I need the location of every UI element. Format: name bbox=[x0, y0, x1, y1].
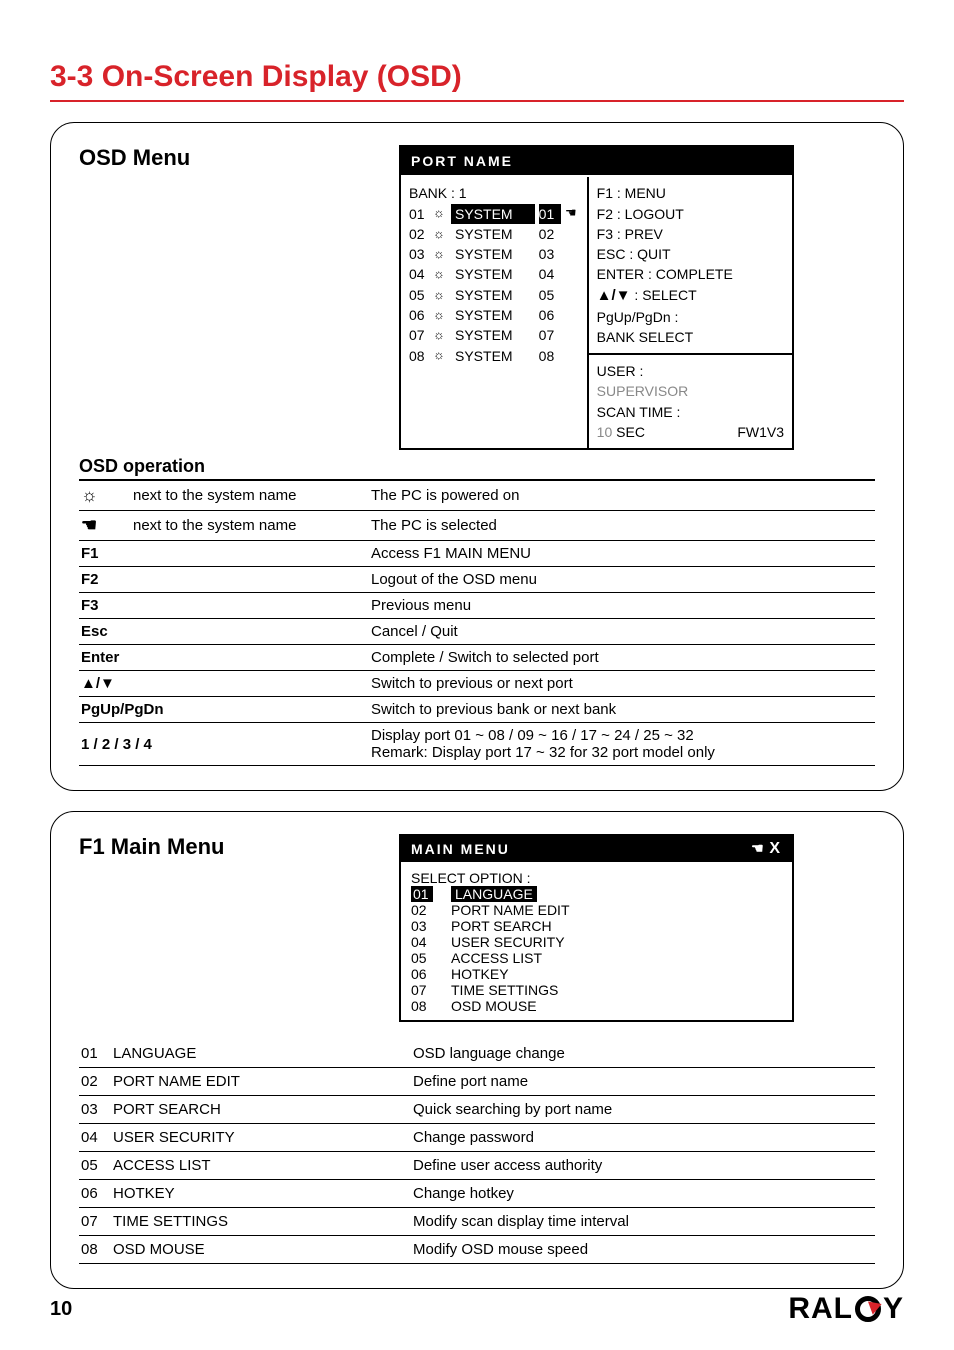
menu-row: 01LANGUAGE bbox=[411, 886, 782, 902]
menu-row: 07TIME SETTINGS bbox=[411, 982, 782, 998]
sun-icon: ☼ bbox=[433, 245, 447, 264]
table-row: EscCancel / Quit bbox=[79, 619, 875, 645]
sun-icon: ☼ bbox=[433, 204, 447, 223]
main-menu-description-table: 01LANGUAGEOSD language change02PORT NAME… bbox=[79, 1040, 875, 1264]
port-row: 02☼SYSTEM02 bbox=[409, 224, 579, 244]
select-option-label: SELECT OPTION : bbox=[411, 870, 782, 886]
menu-row: 04USER SECURITY bbox=[411, 934, 782, 950]
table-row: 02PORT NAME EDITDefine port name bbox=[79, 1068, 875, 1096]
table-row: F2Logout of the OSD menu bbox=[79, 567, 875, 593]
menu-row: 08OSD MOUSE bbox=[411, 998, 782, 1014]
table-row: 03PORT SEARCHQuick searching by port nam… bbox=[79, 1096, 875, 1124]
osd-help-keys: F1 : MENUF2 : LOGOUTF3 : PREVESC : QUITE… bbox=[589, 177, 792, 355]
port-row: 06☼SYSTEM06 bbox=[409, 305, 579, 325]
sun-icon: ☼ bbox=[433, 286, 447, 305]
port-row: 04☼SYSTEM04 bbox=[409, 264, 579, 284]
port-row: 05☼SYSTEM05 bbox=[409, 285, 579, 305]
sun-icon: ☼ bbox=[81, 485, 103, 506]
table-row: 04USER SECURITYChange password bbox=[79, 1124, 875, 1152]
hand-icon: ☛ bbox=[81, 515, 103, 536]
osd-screen-main-menu: MAIN MENU ☛ X SELECT OPTION : 01LANGUAGE… bbox=[399, 834, 794, 1022]
port-row: 01☼SYSTEM01☛ bbox=[409, 204, 579, 224]
table-row: ☼next to the system nameThe PC is powere… bbox=[79, 481, 875, 511]
table-row: PgUp/PgDnSwitch to previous bank or next… bbox=[79, 697, 875, 723]
menu-row: 03PORT SEARCH bbox=[411, 918, 782, 934]
table-row: 08OSD MOUSEModify OSD mouse speed bbox=[79, 1236, 875, 1264]
close-icon: ☛ X bbox=[749, 840, 782, 858]
table-row: ☛next to the system nameThe PC is select… bbox=[79, 511, 875, 541]
osd-menu-panel: OSD Menu PORT NAME BANK : 1 01☼SYSTEM01☛… bbox=[50, 122, 904, 791]
table-row: 01LANGUAGEOSD language change bbox=[79, 1040, 875, 1068]
osd-operation-table: ☼next to the system nameThe PC is powere… bbox=[79, 481, 875, 766]
bank-label: BANK : 1 bbox=[409, 183, 579, 203]
section-title: 3-3 On-Screen Display (OSD) bbox=[50, 60, 904, 102]
table-row: 07TIME SETTINGSModify scan display time … bbox=[79, 1208, 875, 1236]
up-down-arrow-icon: ▲/▼ bbox=[81, 675, 115, 692]
osd-operation-heading: OSD operation bbox=[79, 456, 875, 481]
table-row: EnterComplete / Switch to selected port bbox=[79, 645, 875, 671]
osd-screen-title: PORT NAME bbox=[401, 147, 792, 177]
port-row: 07☼SYSTEM07 bbox=[409, 325, 579, 345]
port-row: 08☼SYSTEM08 bbox=[409, 346, 579, 366]
hand-icon: ☛ bbox=[565, 204, 579, 223]
sun-icon: ☼ bbox=[433, 306, 447, 325]
main-menu-title: MAIN MENU bbox=[411, 841, 510, 857]
f1-main-menu-heading: F1 Main Menu bbox=[79, 834, 359, 860]
menu-row: 06HOTKEY bbox=[411, 966, 782, 982]
page-number: 10 bbox=[50, 1298, 72, 1321]
f1-main-menu-panel: F1 Main Menu MAIN MENU ☛ X SELECT OPTION… bbox=[50, 811, 904, 1289]
brand-logo: RALY bbox=[788, 1292, 904, 1326]
table-row: 06HOTKEYChange hotkey bbox=[79, 1180, 875, 1208]
table-row: F1Access F1 MAIN MENU bbox=[79, 541, 875, 567]
table-row: F3Previous menu bbox=[79, 593, 875, 619]
menu-row: 05ACCESS LIST bbox=[411, 950, 782, 966]
logo-o-icon bbox=[855, 1296, 881, 1322]
sun-icon: ☼ bbox=[433, 225, 447, 244]
sun-icon: ☼ bbox=[433, 326, 447, 345]
menu-row: 02PORT NAME EDIT bbox=[411, 902, 782, 918]
osd-screen-port-name: PORT NAME BANK : 1 01☼SYSTEM01☛02☼SYSTEM… bbox=[399, 145, 794, 450]
port-row: 03☼SYSTEM03 bbox=[409, 244, 579, 264]
osd-menu-heading: OSD Menu bbox=[79, 145, 359, 171]
table-row: ▲/▼Switch to previous or next port bbox=[79, 671, 875, 697]
up-down-arrow-icon: ▲/▼ bbox=[597, 287, 631, 304]
table-row: 05ACCESS LISTDefine user access authorit… bbox=[79, 1152, 875, 1180]
sun-icon: ☼ bbox=[433, 346, 447, 365]
osd-status-block: USER : SUPERVISOR SCAN TIME : 10 SEC FW1… bbox=[589, 355, 792, 448]
sun-icon: ☼ bbox=[433, 265, 447, 284]
table-row: 1 / 2 / 3 / 4Display port 01 ~ 08 / 09 ~… bbox=[79, 723, 875, 766]
